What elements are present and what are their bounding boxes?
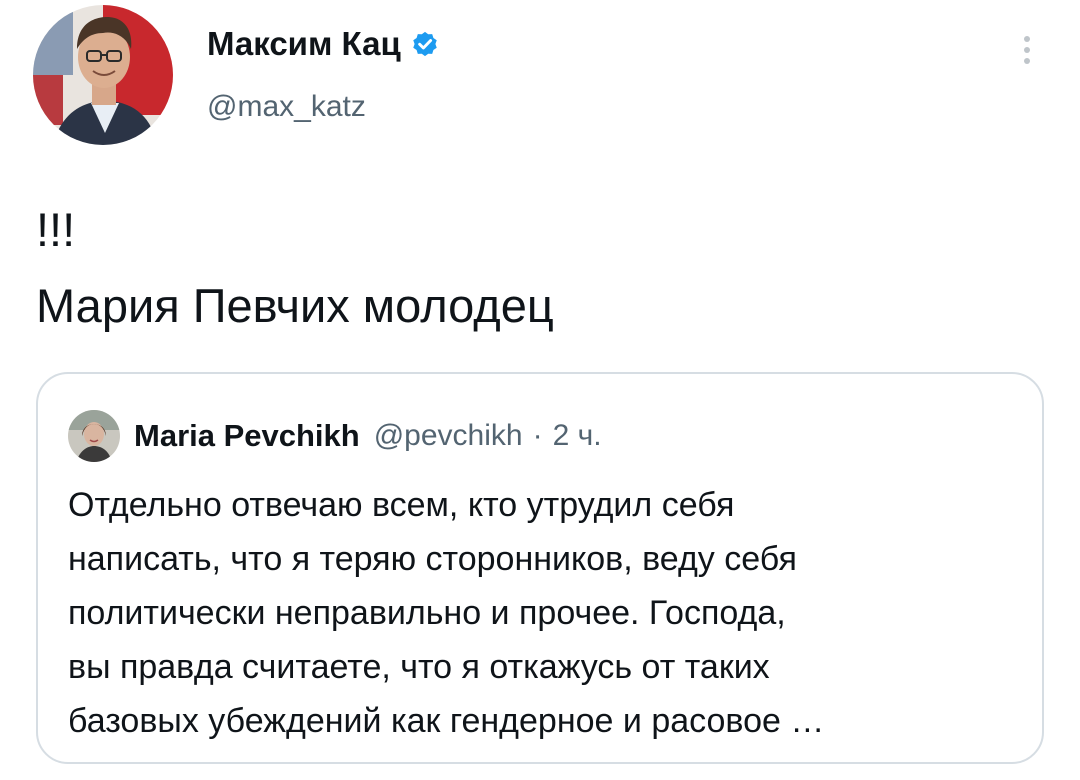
quoted-text-line: базовых убеждений как гендерное и расово… — [68, 702, 825, 740]
quoted-author-avatar-photo — [68, 410, 120, 462]
quoted-text-line: вы правда считаете, что я откажусь от та… — [68, 648, 770, 686]
quoted-author-avatar[interactable] — [68, 410, 120, 462]
author-name-row: Максим Кац — [207, 22, 441, 66]
more-vertical-icon[interactable] — [1012, 30, 1042, 70]
quoted-tweet-card[interactable]: Maria Pevchikh @pevchikh · 2 ч. Отдельно… — [36, 372, 1044, 764]
tweet-text: !!! Мария Певчих молодец — [36, 192, 554, 344]
author-name[interactable]: Максим Кац — [207, 25, 401, 63]
quoted-author-handle[interactable]: @pevchikh — [374, 419, 523, 453]
tweet-text-line: Мария Певчих молодец — [36, 279, 554, 332]
author-avatar-photo — [33, 5, 173, 145]
quoted-separator: · — [532, 419, 543, 452]
tweet-text-line: !!! — [36, 203, 76, 256]
quoted-tweet-text: Отдельно отвечаю всем, кто утрудил себя … — [68, 478, 1018, 748]
quoted-tweet-header: Maria Pevchikh @pevchikh · 2 ч. — [134, 410, 602, 462]
quoted-text-line: политически неправильно и прочее. Господ… — [68, 594, 786, 632]
quoted-text-line: написать, что я теряю сторонников, веду … — [68, 540, 797, 578]
author-handle[interactable]: @max_katz — [207, 90, 366, 124]
author-avatar[interactable] — [33, 5, 173, 145]
quoted-author-name[interactable]: Maria Pevchikh — [134, 418, 360, 454]
verified-badge-icon — [409, 28, 441, 60]
quoted-timestamp[interactable]: 2 ч. — [553, 419, 602, 453]
quoted-text-line: Отдельно отвечаю всем, кто утрудил себя — [68, 486, 735, 524]
